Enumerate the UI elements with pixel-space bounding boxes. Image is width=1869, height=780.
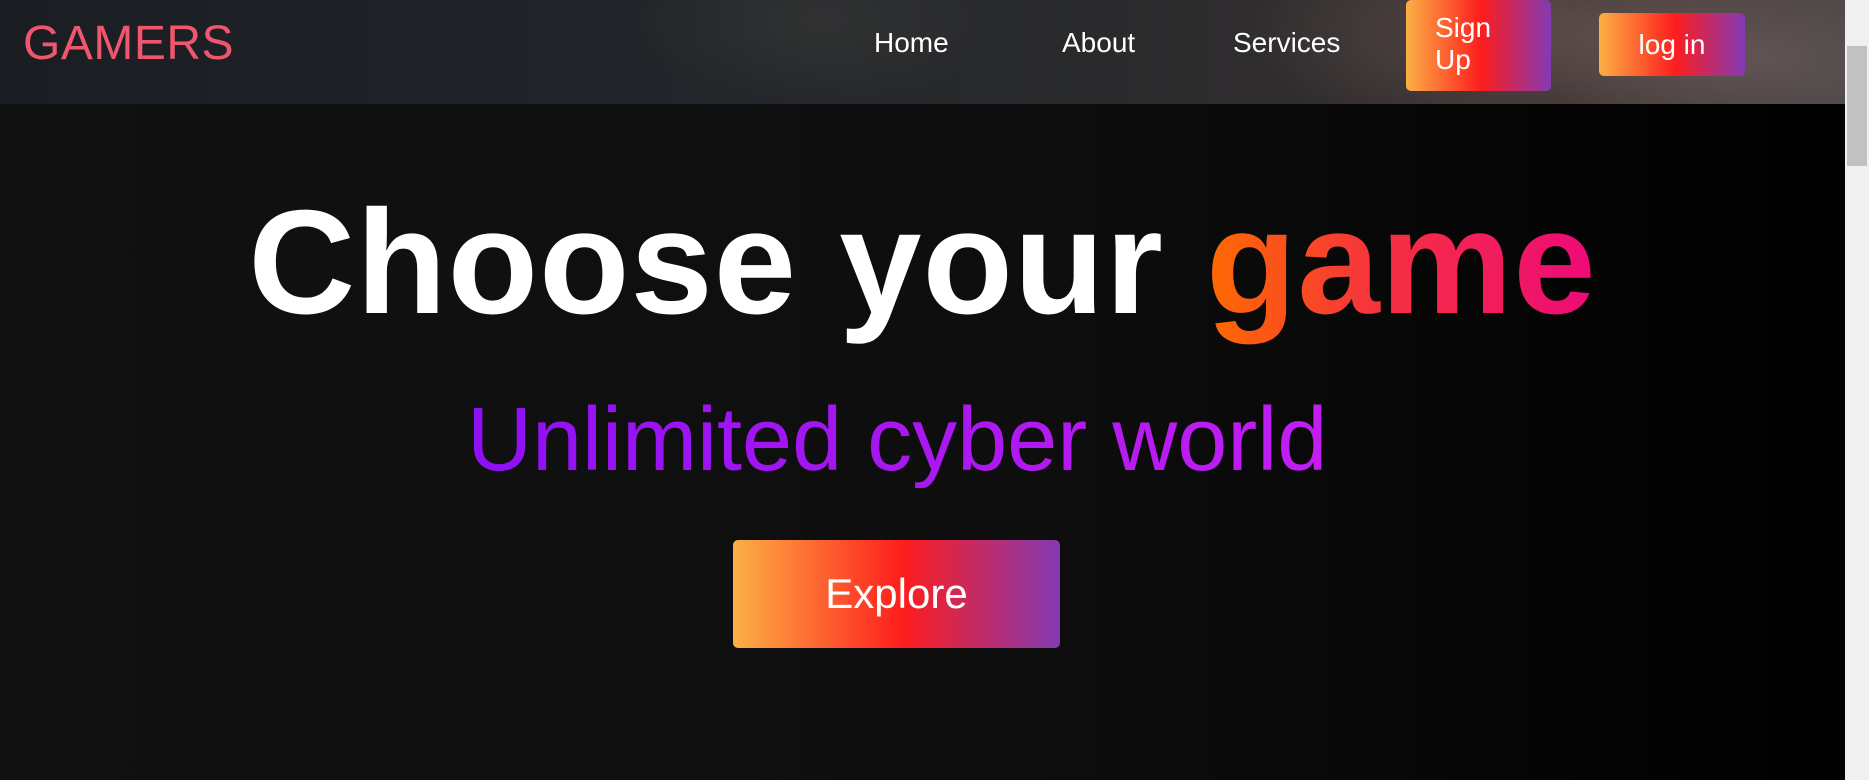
explore-button[interactable]: Explore [733, 540, 1060, 648]
hero-subtitle: Unlimited cyber world [467, 390, 1328, 490]
scrollbar-thumb[interactable] [1847, 46, 1867, 166]
hero-title-accent: game [1206, 180, 1597, 345]
page: GAMERS Home About Services Sign Up log i… [0, 0, 1869, 780]
page-viewport: GAMERS Home About Services Sign Up log i… [0, 0, 1845, 780]
login-button[interactable]: log in [1599, 13, 1745, 76]
hero-title: Choose your game [0, 188, 1845, 338]
hero-title-prefix: Choose your [248, 180, 1207, 345]
site-logo[interactable]: GAMERS [23, 17, 234, 71]
navbar: GAMERS Home About Services Sign Up log i… [0, 0, 1845, 104]
signup-button-label: Sign Up [1435, 12, 1492, 75]
nav-link-home[interactable]: Home [874, 26, 949, 60]
nav-link-services[interactable]: Services [1233, 26, 1340, 60]
signup-button[interactable]: Sign Up [1406, 0, 1551, 91]
nav-link-about[interactable]: About [1062, 26, 1135, 60]
